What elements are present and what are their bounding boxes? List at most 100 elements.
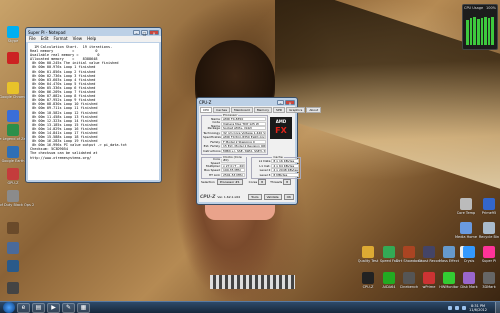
taskbar-app-notepad[interactable]: ✎ <box>62 302 75 313</box>
field-value: x 27.0 (7 - 20) <box>221 163 246 168</box>
desktop-icon[interactable]: Quality Test <box>357 246 379 263</box>
show-desktop-button[interactable] <box>495 301 500 313</box>
desktop-icon[interactable]: Google Earth <box>2 146 24 163</box>
taskbar-apps: e ▤ ▶ ✎ ▦ <box>15 302 90 313</box>
desktop-icon[interactable]: Disk Mark <box>458 272 480 289</box>
notepad-window[interactable]: Super PI - Notepad – □ × File Edit Format V… <box>25 27 162 183</box>
desktop-icon[interactable]: Mass Effect <box>438 246 460 263</box>
menu-item-format[interactable]: Format <box>53 36 67 42</box>
cpu-core-bar <box>476 19 480 45</box>
cpu-core-bar <box>484 17 487 45</box>
tools-button[interactable]: Tools <box>248 194 262 200</box>
desktop-icon[interactable]: Google Chrome <box>0 82 27 99</box>
validate-button[interactable]: Validate <box>263 194 282 200</box>
selection-dropdown[interactable]: Processor #1 <box>216 179 243 186</box>
app-icon <box>7 52 19 64</box>
desktop-icon[interactable]: Crysis <box>458 246 480 263</box>
field-value: 15 Ext. Model 2 Revision OR-C0 <box>221 144 266 149</box>
desktop-icon[interactable] <box>2 282 24 295</box>
menu-item-file[interactable]: File <box>29 36 36 42</box>
tab-about[interactable]: About <box>306 107 322 113</box>
tab-cpu[interactable]: CPU <box>200 107 213 113</box>
start-button[interactable] <box>3 302 15 313</box>
desktop-icon[interactable] <box>2 242 24 255</box>
desktop-icon[interactable]: Super Pi <box>478 246 500 263</box>
desktop-icon[interactable]: Skype <box>2 26 24 43</box>
app-icon <box>460 222 472 234</box>
notepad-menubar: File Edit Format View Help <box>26 36 161 42</box>
flag-icon[interactable] <box>462 305 467 310</box>
app-icon <box>423 272 435 284</box>
tab-spd[interactable]: SPD <box>273 107 286 113</box>
desktop-icon[interactable]: Media Home <box>455 222 477 239</box>
network-icon[interactable] <box>448 305 453 310</box>
desktop-icon[interactable]: Ghost Recon <box>418 246 440 263</box>
menu-item-edit[interactable]: Edit <box>41 36 49 42</box>
taskbar-app-media[interactable]: ▶ <box>47 302 60 313</box>
desktop-icon[interactable]: HWMonitor <box>438 272 460 289</box>
ok-button[interactable]: OK <box>283 194 294 200</box>
menu-item-view[interactable]: View <box>73 36 83 42</box>
field-value: MMX(+), SSE, SSE2, SSE3, SSSE3, SSE4.1, … <box>221 148 266 153</box>
desktop-icon[interactable]: Call of Duty Black Ops 2 <box>0 190 34 207</box>
desktop-icon-label: AIDA64 <box>382 285 396 289</box>
desktop-icon[interactable]: Cinebench <box>398 272 420 289</box>
minimize-button[interactable]: – <box>277 99 284 106</box>
field-label: Level 2 <box>259 168 271 173</box>
desktop-icon[interactable] <box>2 52 24 65</box>
desktop-icon[interactable]: The Legend of Zelda <box>0 124 31 141</box>
desktop-icon[interactable]: CPU-Z <box>357 272 379 289</box>
field-label: Technology <box>203 130 220 135</box>
desktop-icon[interactable]: 3DMark <box>478 272 500 289</box>
desktop-icon-label: Media Home <box>455 235 477 239</box>
desktop-icon[interactable]: wPrime <box>418 272 440 289</box>
clock[interactable]: 8:31 PM 11/6/2012 <box>469 304 487 312</box>
clocks-group: Clocks (Core #0) Core Speed5382.39 MHzMu… <box>201 156 248 179</box>
app-icon <box>460 198 472 210</box>
cpu-usage-gadget[interactable]: CPU Usage 100% <box>462 4 498 50</box>
desktop-icon[interactable]: AIDA64 <box>378 272 400 289</box>
amd-fx-logo: AMD FX <box>270 117 292 139</box>
desktop-icon-label: Core Temp <box>456 211 476 215</box>
wallpaper-belt <box>210 275 295 289</box>
maximize-button[interactable]: □ <box>141 29 148 36</box>
desktop-icon[interactable] <box>2 110 24 123</box>
notepad-titlebar[interactable]: Super PI - Notepad – □ × <box>26 28 161 36</box>
menu-item-help[interactable]: Help <box>87 36 96 42</box>
tab-memory[interactable]: Memory <box>253 107 273 113</box>
desktop-icon[interactable]: Recycle Bin <box>478 222 500 239</box>
taskbar-app-explorer[interactable]: ▤ <box>32 302 45 313</box>
threads-label: Threads <box>270 180 283 185</box>
close-button[interactable]: × <box>285 99 295 106</box>
desktop-icon-label: Quality Test <box>357 259 379 263</box>
app-icon <box>403 246 415 258</box>
cpuz-titlebar[interactable]: CPU-Z – × <box>197 98 297 106</box>
desktop-icon-label: Google Chrome <box>0 95 27 99</box>
minimize-button[interactable]: – <box>133 29 140 36</box>
cpu-core-bar <box>491 17 494 45</box>
cpuz-window[interactable]: CPU-Z – × CPU Caches Mainboard Memory SPD Gra… <box>196 97 322 205</box>
desktop-icon-label: Call of Duty Black Ops 2 <box>0 203 35 207</box>
desktop-icon[interactable]: Core Temp <box>455 198 477 215</box>
tab-graphics[interactable]: Graphics <box>286 107 306 113</box>
cpuz-content: CPU Caches Mainboard Memory SPD Graphics About… <box>199 106 322 202</box>
clocks-group-title: Clocks (Core #0) <box>222 156 247 162</box>
desktop-icon[interactable]: GPU-Z <box>2 168 24 185</box>
app-icon <box>483 246 495 258</box>
cpu-core-bar <box>469 18 473 45</box>
app-icon <box>7 190 19 202</box>
desktop-icon-label: Prime95 <box>481 211 497 215</box>
taskbar-app-cpu-z[interactable]: ▦ <box>77 302 90 313</box>
desktop-icon[interactable] <box>2 222 24 235</box>
volume-icon[interactable] <box>455 305 460 310</box>
app-icon <box>362 272 374 284</box>
close-button[interactable]: × <box>149 29 159 36</box>
clock-time: 8:31 PM <box>470 303 486 308</box>
field-label: Specification <box>203 135 223 140</box>
notepad-text-area[interactable]: 1M Calculation Start. 19 iterations. Real… <box>28 43 159 180</box>
desktop-icon[interactable]: Dirt Showdown <box>396 246 422 263</box>
desktop-icon[interactable] <box>2 260 24 273</box>
taskbar-app-ie[interactable]: e <box>17 302 30 313</box>
cpuz-tabs: CPU Caches Mainboard Memory SPD Graphics About <box>199 106 322 114</box>
desktop-icon[interactable]: Prime95 <box>478 198 500 215</box>
